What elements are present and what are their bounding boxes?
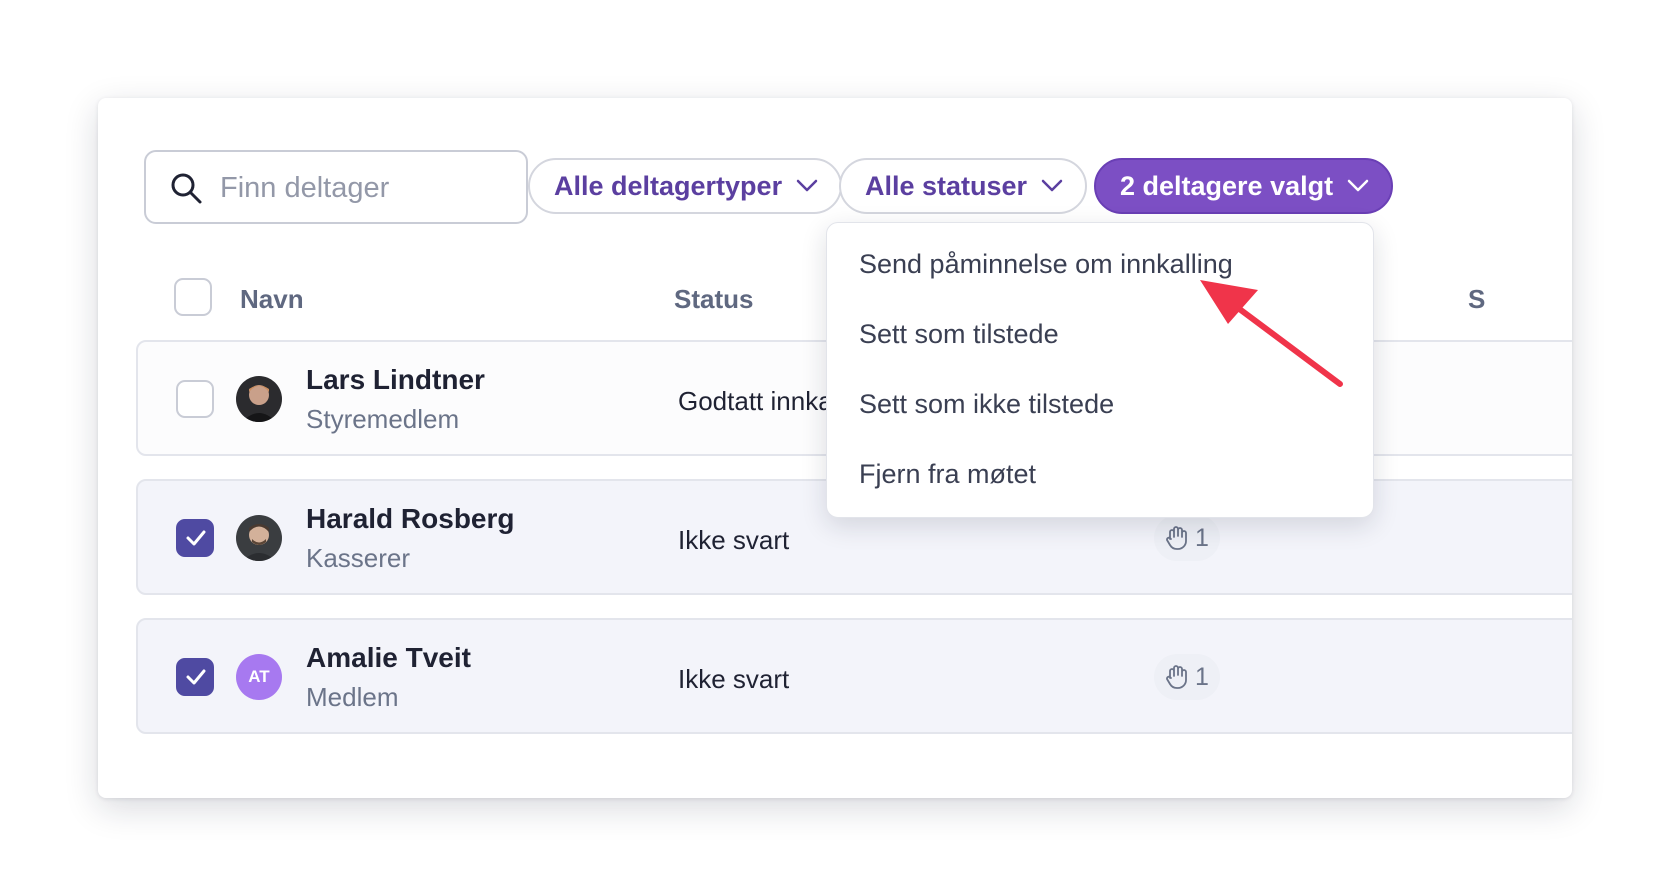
row-checkbox[interactable] <box>176 380 214 418</box>
participant-role: Kasserer <box>306 543 411 573</box>
participant-type-filter-label: Alle deltagertyper <box>554 170 783 201</box>
annotation-arrow <box>1200 280 1343 387</box>
column-header-status[interactable]: Status <box>674 284 753 315</box>
participant-status: Ikke svart <box>678 525 790 555</box>
participant-status: Ikke svart <box>678 664 790 694</box>
bulk-selection-label: 2 deltagere valgt <box>1120 170 1334 201</box>
avatar <box>236 515 282 561</box>
menu-item-set-absent[interactable]: Sett som ikke tilstede <box>859 389 1114 420</box>
search-icon <box>171 173 202 204</box>
status-filter[interactable]: Alle statuser <box>839 158 1088 214</box>
participants-panel: Finn deltager Alle deltagertyper Alle st… <box>98 98 1572 798</box>
row-checkbox[interactable] <box>176 658 214 696</box>
raised-hand-count: 1 <box>1195 523 1209 552</box>
select-all-checkbox[interactable] <box>174 278 212 316</box>
participant-name: Amalie Tveit <box>306 642 471 673</box>
search-placeholder: Finn deltager <box>220 172 390 204</box>
avatar-initials: AT <box>236 654 282 700</box>
chevron-down-icon <box>1347 179 1369 192</box>
search-field[interactable]: Finn deltager <box>144 150 528 224</box>
participant-name: Harald Rosberg <box>306 503 515 534</box>
menu-item-set-present[interactable]: Sett som tilstede <box>859 319 1059 350</box>
bulk-selection-dropdown[interactable]: 2 deltagere valgt <box>1094 158 1394 214</box>
chevron-down-icon <box>1041 179 1063 192</box>
row-checkbox[interactable] <box>176 519 214 557</box>
column-header-name[interactable]: Navn <box>240 284 304 315</box>
participant-name: Lars Lindtner <box>306 364 485 395</box>
raised-hand-count: 1 <box>1195 662 1209 691</box>
column-header-truncated[interactable]: S <box>1468 284 1485 315</box>
participant-role: Styremedlem <box>306 404 460 434</box>
chevron-down-icon <box>796 179 818 192</box>
hand-icon <box>1166 665 1187 689</box>
check-icon <box>186 669 206 685</box>
raised-hand-badge: 1 <box>1154 654 1220 700</box>
table-row[interactable]: AT Amalie Tveit Medlem Ikke svart 1 <box>136 618 1572 734</box>
participant-role: Medlem <box>306 682 399 712</box>
check-icon <box>186 530 206 546</box>
avatar <box>236 376 282 422</box>
participant-type-filter[interactable]: Alle deltagertyper <box>528 158 843 214</box>
hand-icon <box>1166 526 1187 550</box>
menu-item-send-reminder[interactable]: Send påminnelse om innkalling <box>859 249 1233 280</box>
raised-hand-badge: 1 <box>1154 515 1220 561</box>
status-filter-label: Alle statuser <box>865 170 1028 201</box>
menu-item-remove[interactable]: Fjern fra møtet <box>859 459 1036 490</box>
participant-status: Godtatt innka <box>678 386 833 416</box>
